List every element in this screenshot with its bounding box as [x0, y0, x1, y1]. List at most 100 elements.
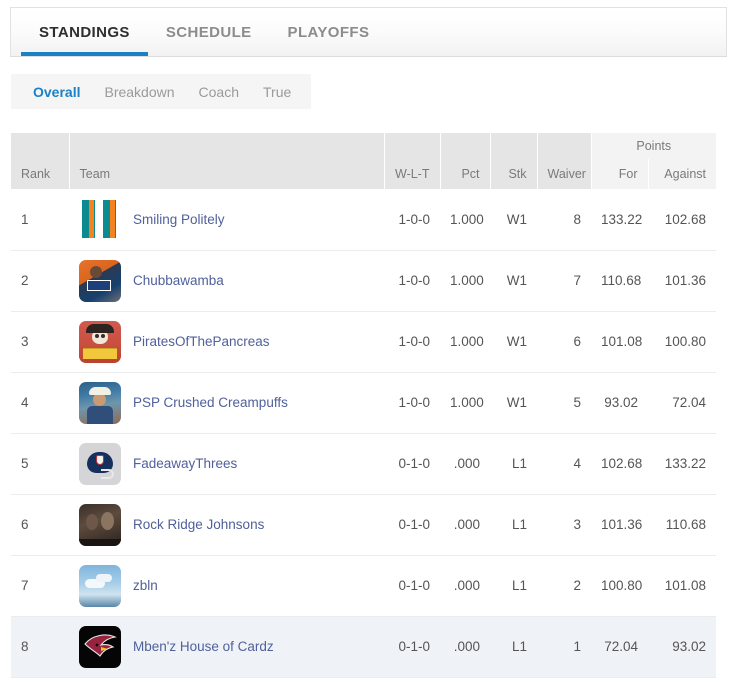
table-row[interactable]: 3PiratesOfThePancreas1-0-01.000W16101.08…: [11, 311, 716, 372]
cell-points-for: 93.02: [591, 372, 648, 433]
team-name-link[interactable]: PiratesOfThePancreas: [133, 334, 270, 349]
cell-pct: .000: [440, 555, 490, 616]
table-row[interactable]: 1Smiling Politely1-0-01.000W18133.22102.…: [11, 189, 716, 250]
cell-points-for: 133.22: [591, 189, 648, 250]
table-row[interactable]: 6Rock Ridge Johnsons0-1-0.000L13101.3611…: [11, 494, 716, 555]
cell-pct: .000: [440, 494, 490, 555]
team-name-link[interactable]: Rock Ridge Johnsons: [133, 517, 264, 532]
cell-wlt: 0-1-0: [384, 494, 440, 555]
photo-sky-clouds-avatar[interactable]: [79, 565, 121, 607]
group-blank-team: [69, 133, 384, 159]
tab-playoffs[interactable]: PLAYOFFS: [270, 8, 388, 56]
column-header-points-for[interactable]: For: [591, 159, 648, 189]
cell-points-for: 110.68: [591, 250, 648, 311]
column-header-wlt[interactable]: W-L-T: [384, 159, 440, 189]
cell-waiver: 5: [537, 372, 591, 433]
pirate-skull-avatar[interactable]: [79, 321, 121, 363]
team-name-link[interactable]: FadeawayThrees: [133, 456, 237, 471]
table-row[interactable]: 4PSP Crushed Creampuffs1-0-01.000W1593.0…: [11, 372, 716, 433]
cell-points-for: 101.36: [591, 494, 648, 555]
nfl-helmet-avatar[interactable]: [79, 443, 121, 485]
tab-playoffs-label: PLAYOFFS: [288, 24, 370, 41]
cell-rank: 4: [11, 372, 69, 433]
cell-team: Smiling Politely: [69, 189, 384, 250]
cell-stk: W1: [490, 250, 537, 311]
tab-standings-label: STANDINGS: [39, 24, 130, 41]
column-header-rank[interactable]: Rank: [11, 159, 69, 189]
table-row[interactable]: 5FadeawayThrees0-1-0.000L14102.68133.22: [11, 433, 716, 494]
tab-schedule[interactable]: SCHEDULE: [148, 8, 270, 56]
column-header-team[interactable]: Team: [69, 159, 384, 189]
cell-points-against: 101.36: [648, 250, 716, 311]
cell-pct: .000: [440, 433, 490, 494]
cell-points-for: 72.04: [591, 616, 648, 677]
cell-pct: .000: [440, 616, 490, 677]
team-name-link[interactable]: Chubbawamba: [133, 273, 224, 288]
group-blank-wlt: [384, 133, 440, 159]
photo-dark-portrait-avatar[interactable]: [79, 504, 121, 546]
subtab-coach[interactable]: Coach: [187, 84, 251, 100]
table-row[interactable]: 8Mben'z House of Cardz0-1-0.000L1172.049…: [11, 616, 716, 677]
cell-wlt: 1-0-0: [384, 250, 440, 311]
subtab-true[interactable]: True: [251, 84, 303, 100]
cell-wlt: 1-0-0: [384, 189, 440, 250]
cell-waiver: 2: [537, 555, 591, 616]
table-head: Points Rank Team W-L-T Pct Stk Waiver Fo…: [11, 133, 716, 189]
dolphin-stripes-avatar[interactable]: [79, 198, 121, 240]
group-blank-stk: [490, 133, 537, 159]
cell-waiver: 8: [537, 189, 591, 250]
cell-team: FadeawayThrees: [69, 433, 384, 494]
cell-waiver: 3: [537, 494, 591, 555]
tab-schedule-label: SCHEDULE: [166, 24, 252, 41]
cell-rank: 2: [11, 250, 69, 311]
table-group-header-row: Points: [11, 133, 716, 159]
subtab-breakdown[interactable]: Breakdown: [92, 84, 186, 100]
column-header-pct[interactable]: Pct: [440, 159, 490, 189]
table-body: 1Smiling Politely1-0-01.000W18133.22102.…: [11, 189, 716, 677]
team-name-link[interactable]: zbln: [133, 578, 158, 593]
cell-stk: W1: [490, 189, 537, 250]
cell-wlt: 0-1-0: [384, 555, 440, 616]
cell-team: zbln: [69, 555, 384, 616]
cell-waiver: 6: [537, 311, 591, 372]
cell-pct: 1.000: [440, 372, 490, 433]
cell-wlt: 1-0-0: [384, 311, 440, 372]
team-name-link[interactable]: PSP Crushed Creampuffs: [133, 395, 288, 410]
cell-points-for: 101.08: [591, 311, 648, 372]
cell-points-against: 101.08: [648, 555, 716, 616]
cell-stk: L1: [490, 616, 537, 677]
cell-rank: 1: [11, 189, 69, 250]
photo-beach-hat-avatar[interactable]: [79, 382, 121, 424]
cell-wlt: 0-1-0: [384, 433, 440, 494]
table-row[interactable]: 2Chubbawamba1-0-01.000W17110.68101.36: [11, 250, 716, 311]
cell-stk: W1: [490, 372, 537, 433]
cell-waiver: 4: [537, 433, 591, 494]
cell-stk: L1: [490, 494, 537, 555]
tab-standings[interactable]: STANDINGS: [21, 8, 148, 56]
cell-waiver: 1: [537, 616, 591, 677]
cell-rank: 8: [11, 616, 69, 677]
cell-points-for: 100.80: [591, 555, 648, 616]
table-row[interactable]: 7zbln0-1-0.000L12100.80101.08: [11, 555, 716, 616]
cell-rank: 6: [11, 494, 69, 555]
cell-team: Rock Ridge Johnsons: [69, 494, 384, 555]
standings-view-subtab-bar: Overall Breakdown Coach True: [11, 74, 311, 109]
cell-team: PiratesOfThePancreas: [69, 311, 384, 372]
photo-person-sign-avatar[interactable]: [79, 260, 121, 302]
cell-wlt: 0-1-0: [384, 616, 440, 677]
team-name-link[interactable]: Mben'z House of Cardz: [133, 639, 274, 654]
column-header-stk[interactable]: Stk: [490, 159, 537, 189]
cell-pct: 1.000: [440, 250, 490, 311]
cell-points-against: 100.80: [648, 311, 716, 372]
subtab-overall[interactable]: Overall: [11, 84, 92, 100]
column-header-waiver[interactable]: Waiver: [537, 159, 591, 189]
cell-points-against: 102.68: [648, 189, 716, 250]
team-name-link[interactable]: Smiling Politely: [133, 212, 225, 227]
standings-table-container: Points Rank Team W-L-T Pct Stk Waiver Fo…: [11, 133, 716, 678]
cardinals-logo-avatar[interactable]: [79, 626, 121, 668]
column-header-points-against[interactable]: Against: [648, 159, 716, 189]
cell-rank: 7: [11, 555, 69, 616]
cell-points-against: 133.22: [648, 433, 716, 494]
primary-tab-bar: STANDINGS SCHEDULE PLAYOFFS: [10, 7, 727, 57]
group-blank-pct: [440, 133, 490, 159]
